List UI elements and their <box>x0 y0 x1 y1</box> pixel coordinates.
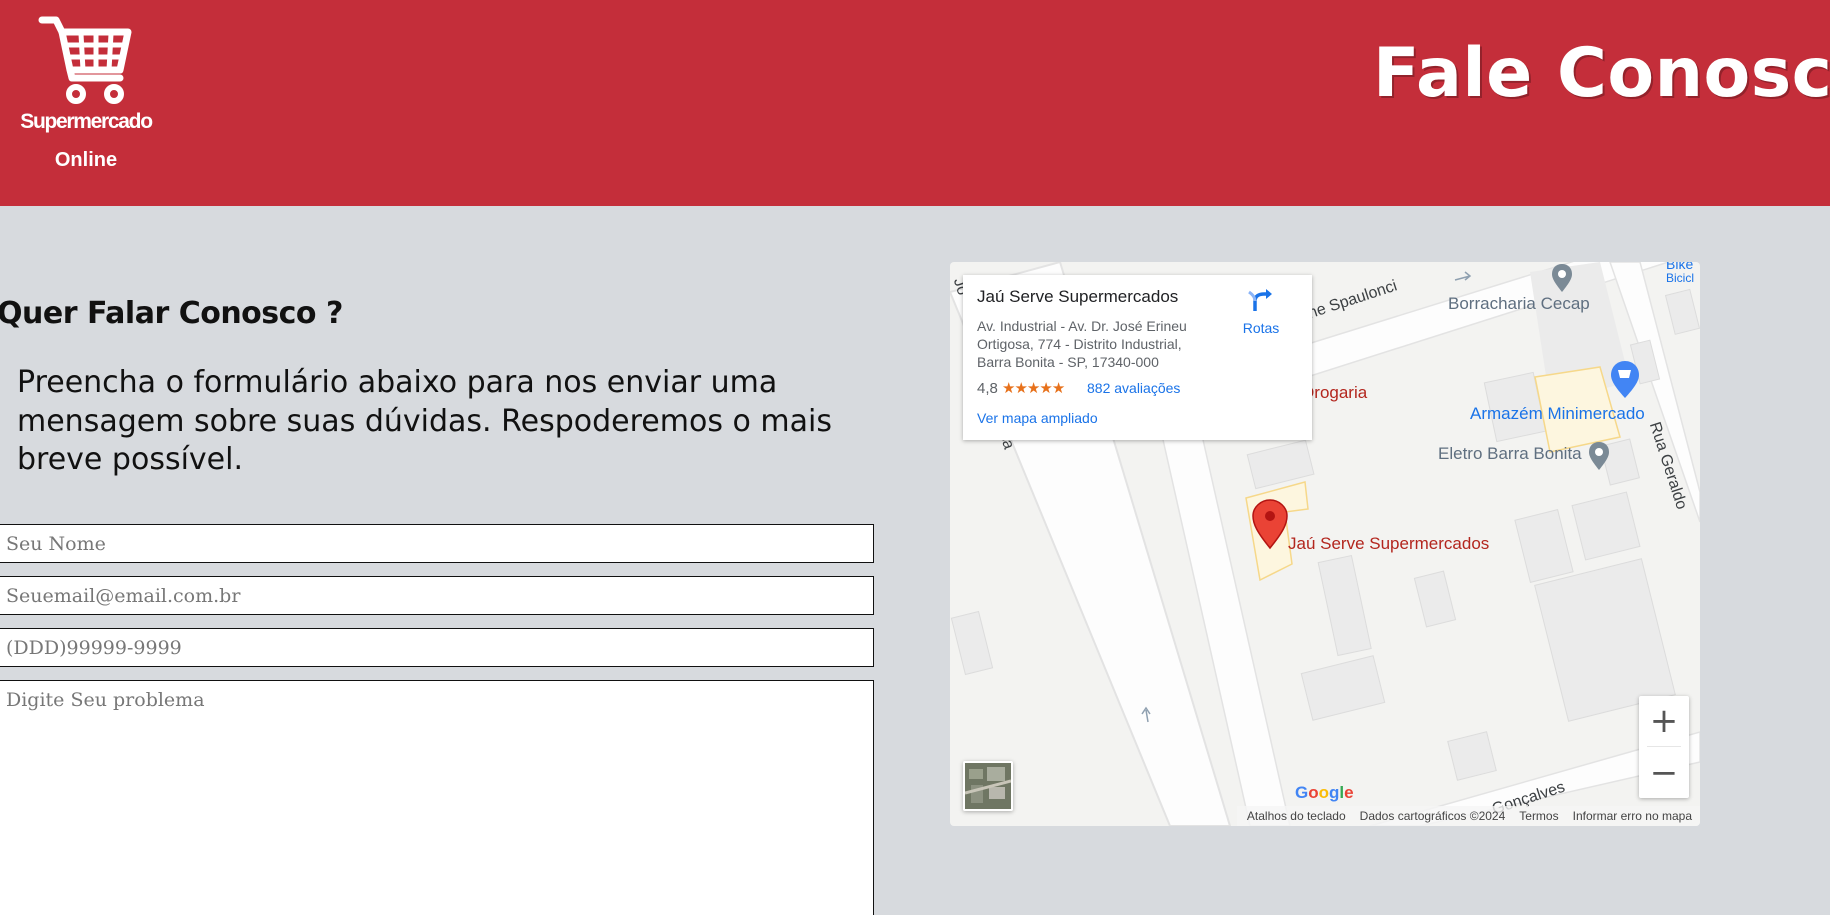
logo-name: Supermercado <box>20 110 153 133</box>
contact-heading: Quer Falar Conosco ? <box>0 296 343 331</box>
map-label-eletro[interactable]: Eletro Barra Bonita <box>1438 444 1582 464</box>
satellite-layer-toggle[interactable] <box>963 761 1013 811</box>
page-header: Supermercado Online Fale Conosco <box>0 0 1830 206</box>
directions-label: Rotas <box>1242 320 1280 336</box>
phone-field[interactable] <box>0 628 874 667</box>
directions-icon <box>1248 289 1272 311</box>
contact-intro: Preencha o formulário abaixo para nos en… <box>17 365 832 477</box>
name-field[interactable] <box>0 524 874 563</box>
larger-map-link[interactable]: Ver mapa ampliado <box>977 410 1098 426</box>
map-attribution: Atalhos do teclado Dados cartográficos ©… <box>1236 806 1700 826</box>
zoom-in-button[interactable]: + <box>1639 696 1689 746</box>
place-rating: 4,8 ★★★★★ <box>977 379 1065 397</box>
armazem-pin-icon[interactable] <box>1611 361 1639 398</box>
zoom-controls: + − <box>1639 696 1689 798</box>
map-embed[interactable]: Borracharia Cecap Drogaria Armazém Minim… <box>950 262 1700 826</box>
logo-subtitle: Online <box>54 149 118 171</box>
reviews-link[interactable]: 882 avaliações <box>1087 380 1180 396</box>
map-label-armazem[interactable]: Armazém Minimercado <box>1470 404 1645 424</box>
rating-stars-icon: ★★★★★ <box>1002 380 1065 397</box>
rating-value: 4,8 <box>977 380 998 397</box>
satellite-thumbnail-icon <box>965 763 1011 809</box>
place-title: Jaú Serve Supermercados <box>977 287 1179 306</box>
site-logo[interactable]: Supermercado Online <box>14 10 158 175</box>
zoom-divider <box>1647 746 1681 747</box>
report-error-link[interactable]: Informar erro no mapa <box>1573 809 1692 823</box>
google-logo: Google <box>1295 783 1354 802</box>
email-field[interactable] <box>0 576 874 615</box>
place-address: Av. Industrial - Av. Dr. José Erineu Ort… <box>977 318 1187 370</box>
page-title: Fale Conosco <box>1373 34 1830 113</box>
place-info-card: Jaú Serve Supermercados Av. Industrial -… <box>963 275 1312 440</box>
zoom-out-button[interactable]: − <box>1639 748 1689 798</box>
directions-button[interactable]: Rotas <box>1231 287 1291 336</box>
map-label-borracharia[interactable]: Borracharia Cecap <box>1448 294 1590 314</box>
map-label-bike-sub[interactable]: Bicicl <box>1666 271 1694 285</box>
map-data-text: Dados cartográficos ©2024 <box>1359 809 1506 823</box>
map-label-store[interactable]: Jaú Serve Supermercados <box>1288 534 1489 554</box>
keyboard-shortcuts-link[interactable]: Atalhos do teclado <box>1247 809 1346 823</box>
message-field[interactable] <box>0 680 874 915</box>
shopping-cart-icon <box>38 16 132 104</box>
terms-link[interactable]: Termos <box>1519 809 1558 823</box>
